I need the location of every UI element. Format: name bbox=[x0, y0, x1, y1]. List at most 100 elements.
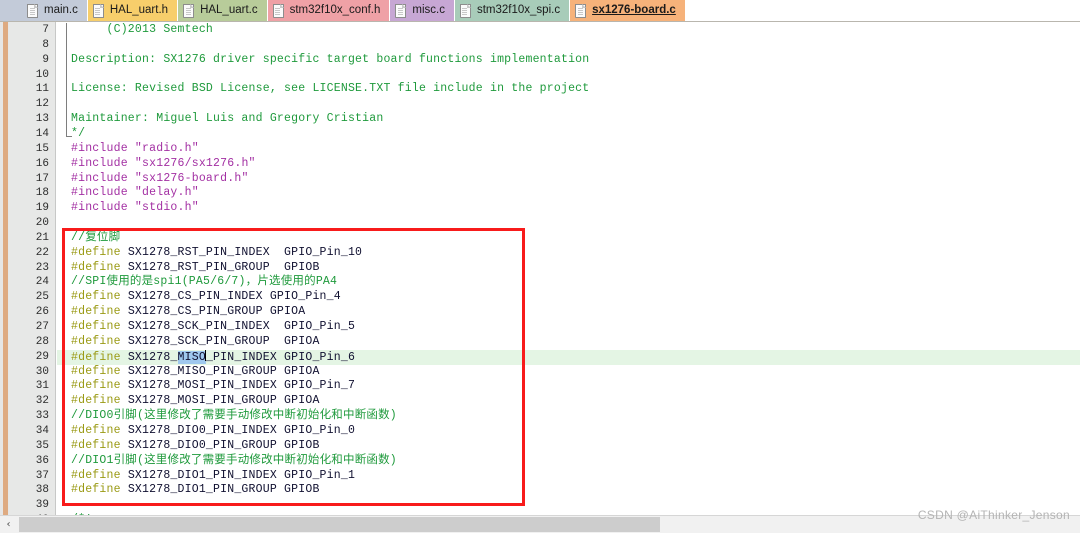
line-number: 9 bbox=[42, 53, 49, 66]
code-row[interactable]: #include "delay.h" bbox=[57, 186, 1080, 201]
editor-tab-misc-c[interactable]: misc.c bbox=[390, 0, 455, 21]
code-row[interactable]: #define SX1278_MOSI_PIN_INDEX GPIO_Pin_7 bbox=[57, 379, 1080, 394]
code-row[interactable]: #define SX1278_MOSI_PIN_GROUP GPIOA bbox=[57, 394, 1080, 409]
code-line-text[interactable]: #define SX1278_DIO0_PIN_INDEX GPIO_Pin_0 bbox=[71, 424, 355, 439]
code-line-text[interactable]: Description: SX1276 driver specific targ… bbox=[71, 53, 589, 68]
code-row[interactable]: (C)2013 Semtech bbox=[57, 23, 1080, 38]
code-line-text[interactable]: #define SX1278_MOSI_PIN_INDEX GPIO_Pin_7 bbox=[71, 379, 355, 394]
code-line-text[interactable]: #define SX1278_SCK_PIN_GROUP GPIOA bbox=[71, 335, 320, 350]
line-number: 8 bbox=[42, 38, 49, 51]
code-line-text[interactable]: //SPI使用的是spi1(PA5/6/7)，片选使用的PA4 bbox=[71, 275, 337, 290]
line-number: 19 bbox=[35, 202, 49, 215]
line-number: 11 bbox=[35, 83, 49, 96]
code-line-text[interactable]: Maintainer: Miguel Luis and Gregory Cris… bbox=[71, 112, 383, 127]
code-editor[interactable]: 7 8 9 10 11 12 13 14 15 16 17 18 19 20 21 22 23 24 25 26 27 2… bbox=[0, 22, 1080, 515]
code-row[interactable]: #include "stdio.h" bbox=[57, 201, 1080, 216]
code-row[interactable]: #define SX1278_RST_PIN_INDEX GPIO_Pin_10 bbox=[57, 246, 1080, 261]
code-line-text[interactable]: #define SX1278_MISO_PIN_GROUP GPIOA bbox=[71, 365, 320, 380]
code-line-text[interactable]: #define SX1278_RST_PIN_INDEX GPIO_Pin_10 bbox=[71, 246, 362, 261]
code-token: _PIN_INDEX GPIO_Pin_6 bbox=[205, 350, 356, 364]
code-row[interactable]: //SPI使用的是spi1(PA5/6/7)，片选使用的PA4 bbox=[57, 275, 1080, 290]
editor-tab-hal-uart-c[interactable]: HAL_uart.c bbox=[178, 0, 268, 21]
code-token: #define bbox=[71, 305, 128, 319]
code-token: License: Revised BSD License, see LICENS… bbox=[71, 82, 590, 96]
code-row[interactable]: #define SX1278_DIO0_PIN_GROUP GPIOB bbox=[57, 439, 1080, 454]
code-row[interactable]: */ bbox=[57, 127, 1080, 142]
code-line-text[interactable]: #define SX1278_DIO1_PIN_GROUP GPIOB bbox=[71, 483, 320, 498]
code-token: SX1278_RST_PIN_GROUP GPIOB bbox=[127, 260, 320, 274]
code-line-text[interactable]: */ bbox=[71, 127, 85, 142]
tab-bar-empty-space bbox=[685, 0, 1080, 21]
code-row[interactable] bbox=[57, 97, 1080, 112]
code-row[interactable]: License: Revised BSD License, see LICENS… bbox=[57, 82, 1080, 97]
line-number: 27 bbox=[35, 321, 49, 333]
code-row[interactable]: //DIO0引脚(这里修改了需要手动修改中断初始化和中断函数) bbox=[57, 409, 1080, 424]
code-line-text[interactable]: #define SX1278_DIO0_PIN_GROUP GPIOB bbox=[71, 439, 320, 454]
code-line-text[interactable]: License: Revised BSD License, see LICENS… bbox=[71, 82, 589, 97]
current-line-row[interactable]: #define SX1278_MISO_PIN_INDEX GPIO_Pin_6 bbox=[57, 349, 1080, 365]
code-row[interactable]: #include "sx1276/sx1276.h" bbox=[57, 157, 1080, 172]
line-number: 25 bbox=[35, 291, 49, 304]
code-line-text[interactable]: #include "sx1276-board.h" bbox=[71, 172, 249, 187]
code-line-text[interactable]: #define SX1278_SCK_PIN_INDEX GPIO_Pin_5 bbox=[71, 320, 355, 335]
code-row[interactable]: #include "sx1276-board.h" bbox=[57, 172, 1080, 187]
code-line-text[interactable]: #include "stdio.h" bbox=[71, 201, 199, 216]
code-token: #include bbox=[71, 171, 135, 185]
editor-tab-stm32f10x-spi-c[interactable]: stm32f10x_spi.c bbox=[454, 0, 571, 21]
line-number: 32 bbox=[35, 395, 49, 408]
scroll-left-arrow-icon[interactable]: ‹ bbox=[0, 516, 17, 533]
code-token: //SPI使用的是spi1(PA5/6/7)，片选使用的PA4 bbox=[71, 275, 338, 289]
code-row[interactable]: #define SX1278_RST_PIN_GROUP GPIOB bbox=[57, 261, 1080, 276]
code-row[interactable] bbox=[57, 38, 1080, 53]
code-token: "stdio.h" bbox=[134, 201, 199, 215]
line-number: 18 bbox=[35, 187, 49, 200]
code-line-text[interactable]: #define SX1278_RST_PIN_GROUP GPIOB bbox=[71, 261, 320, 276]
code-row[interactable]: #define SX1278_CS_PIN_INDEX GPIO_Pin_4 bbox=[57, 290, 1080, 305]
code-token: #define bbox=[71, 438, 128, 452]
code-line-text[interactable]: //DIO1引脚(这里修改了需要手动修改中断初始化和中断函数) bbox=[71, 454, 397, 469]
code-row[interactable]: #define SX1278_SCK_PIN_GROUP GPIOA bbox=[57, 335, 1080, 350]
editor-tab-label: misc.c bbox=[412, 3, 445, 16]
code-row[interactable]: #define SX1278_CS_PIN_GROUP GPIOA bbox=[57, 305, 1080, 320]
code-row[interactable]: #define SX1278_DIO1_PIN_GROUP GPIOB bbox=[57, 483, 1080, 498]
code-line-text[interactable]: #include "sx1276/sx1276.h" bbox=[71, 157, 256, 172]
code-row[interactable]: //复位脚 bbox=[57, 231, 1080, 246]
code-line-text[interactable]: #define SX1278_DIO1_PIN_INDEX GPIO_Pin_1 bbox=[71, 469, 355, 484]
code-row[interactable]: #define SX1278_MISO_PIN_GROUP GPIOA bbox=[57, 365, 1080, 380]
editor-tab-stm32f10x-conf-h[interactable]: stm32f10x_conf.h bbox=[267, 0, 391, 21]
code-token: SX1278_DIO1_PIN_GROUP GPIOB bbox=[127, 483, 320, 497]
line-number: 34 bbox=[35, 424, 49, 437]
code-line-text[interactable]: //复位脚 bbox=[71, 231, 120, 246]
file-icon bbox=[395, 3, 407, 18]
code-token: #include bbox=[71, 156, 135, 170]
code-line-text[interactable]: #define SX1278_CS_PIN_GROUP GPIOA bbox=[71, 305, 305, 320]
code-row[interactable]: Description: SX1276 driver specific targ… bbox=[57, 53, 1080, 68]
line-number: 26 bbox=[35, 306, 49, 319]
code-token: #define bbox=[71, 483, 128, 497]
editor-tab-main-c[interactable]: main.c bbox=[22, 0, 88, 21]
code-line-text[interactable]: #include "radio.h" bbox=[71, 142, 199, 157]
code-row[interactable]: //DIO1引脚(这里修改了需要手动修改中断初始化和中断函数) bbox=[57, 454, 1080, 469]
code-line-text[interactable]: #define SX1278_MISO_PIN_INDEX GPIO_Pin_6 bbox=[71, 349, 356, 365]
horizontal-scrollbar-thumb[interactable] bbox=[19, 517, 660, 532]
code-text-area[interactable]: (C)2013 Semtech Description: SX1276 drive… bbox=[57, 22, 1080, 515]
file-icon bbox=[459, 3, 471, 18]
code-row[interactable]: Maintainer: Miguel Luis and Gregory Cris… bbox=[57, 112, 1080, 127]
code-row[interactable]: #define SX1278_DIO0_PIN_INDEX GPIO_Pin_0 bbox=[57, 424, 1080, 439]
code-row[interactable]: #include "radio.h" bbox=[57, 142, 1080, 157]
code-token: #include bbox=[71, 186, 135, 200]
code-line-text[interactable]: #include "delay.h" bbox=[71, 186, 199, 201]
line-number: 31 bbox=[35, 380, 49, 393]
code-row[interactable] bbox=[57, 68, 1080, 83]
code-line-text[interactable]: #define SX1278_CS_PIN_INDEX GPIO_Pin_4 bbox=[71, 290, 341, 305]
code-row[interactable]: #define SX1278_SCK_PIN_INDEX GPIO_Pin_5 bbox=[57, 320, 1080, 335]
editor-tab-sx1276-board-c[interactable]: sx1276-board.c bbox=[570, 0, 686, 21]
editor-tab-hal-uart-h[interactable]: HAL_uart.h bbox=[87, 0, 179, 21]
code-row[interactable]: #define SX1278_DIO1_PIN_INDEX GPIO_Pin_1 bbox=[57, 469, 1080, 484]
line-number: 39 bbox=[35, 499, 49, 512]
code-line-text[interactable]: //DIO0引脚(这里修改了需要手动修改中断初始化和中断函数) bbox=[71, 409, 397, 424]
code-line-text[interactable]: #define SX1278_MOSI_PIN_GROUP GPIOA bbox=[71, 394, 320, 409]
file-icon bbox=[27, 3, 38, 18]
code-row[interactable] bbox=[57, 216, 1080, 231]
code-line-text[interactable]: (C)2013 Semtech bbox=[71, 23, 213, 38]
